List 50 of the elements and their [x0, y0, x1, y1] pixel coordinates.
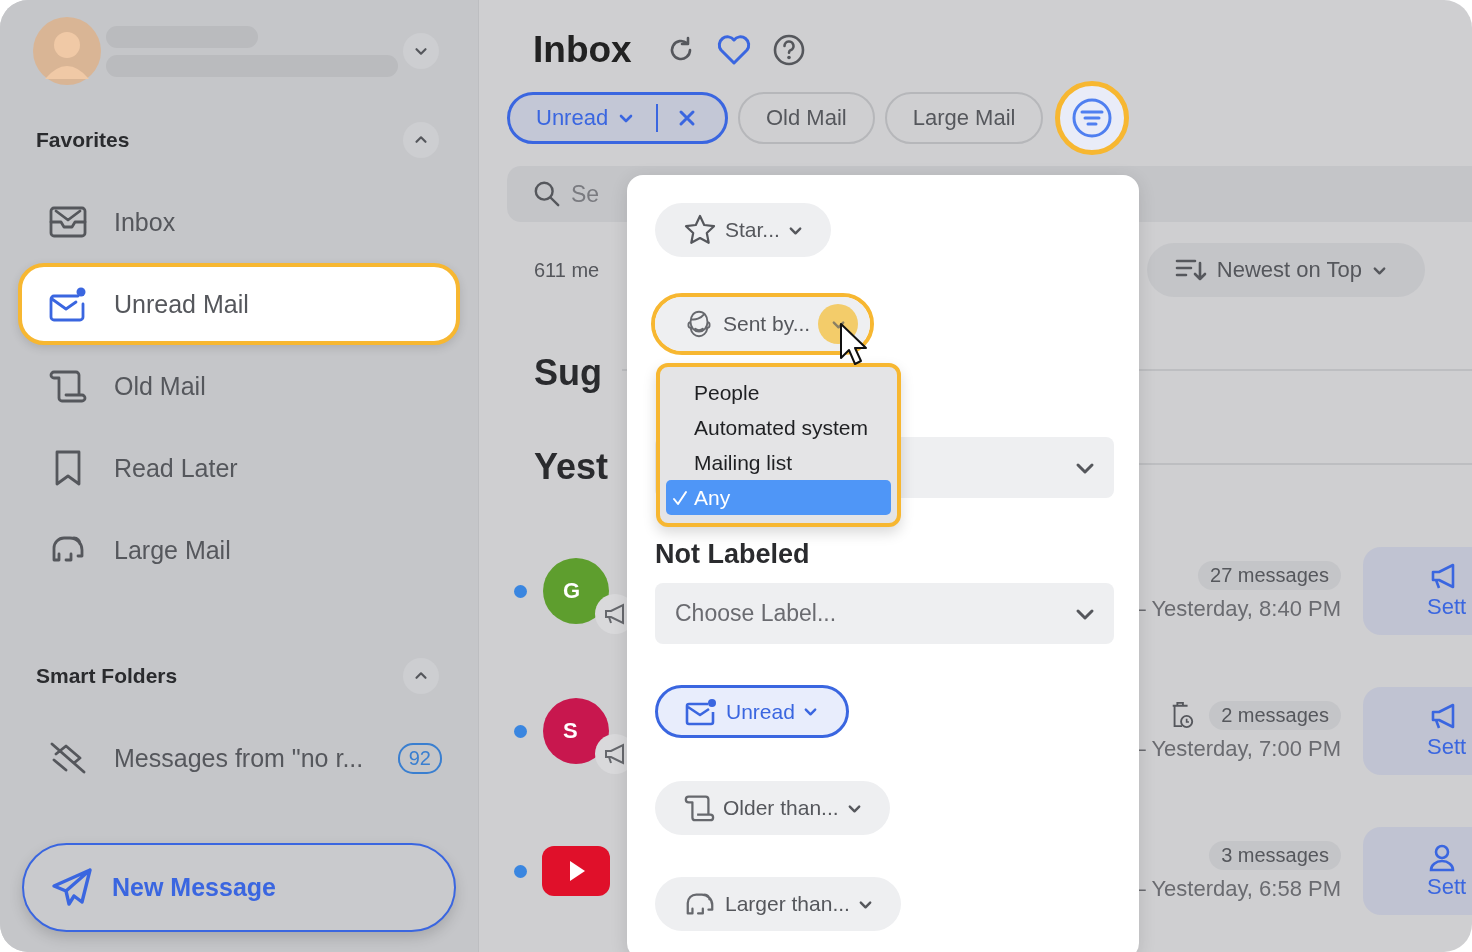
section-title: Favorites — [36, 128, 130, 152]
sort-button[interactable]: Newest on Top — [1146, 243, 1425, 297]
filter-heading: Not Labeled — [655, 539, 810, 570]
menu-option[interactable]: Any — [666, 480, 891, 515]
search-icon — [533, 180, 561, 208]
account-menu-button[interactable] — [403, 33, 439, 69]
heart-icon[interactable] — [715, 34, 752, 66]
clear-icon[interactable] — [678, 109, 697, 127]
star-icon — [683, 213, 717, 247]
filter-chip[interactable]: Large Mail — [884, 92, 1044, 144]
filter-chip[interactable]: Old Mail — [738, 92, 875, 144]
help-icon[interactable] — [771, 33, 806, 67]
message-count-badge: 27 messages — [1198, 560, 1341, 590]
menu-option[interactable]: Automated system — [666, 410, 891, 445]
menu-option[interactable]: People — [666, 375, 891, 410]
section-heading: Sug — [534, 352, 602, 394]
section-title: Smart Folders — [36, 664, 178, 688]
larger-than-filter-button[interactable]: Larger than... — [655, 877, 901, 931]
message-count-badge: 2 messages — [1209, 700, 1341, 730]
sender-avatar: G — [543, 558, 609, 624]
collapse-button[interactable] — [403, 122, 439, 158]
sidebar-item[interactable]: Unread Mail — [18, 263, 460, 345]
collapse-button[interactable] — [403, 658, 439, 694]
new-message-button[interactable]: New Message — [22, 843, 456, 932]
message-count: 611 me — [534, 258, 600, 282]
settings-action-button[interactable]: Sett — [1363, 827, 1472, 915]
sidebar-item[interactable]: Inbox — [18, 181, 460, 263]
checkmark-icon — [672, 490, 688, 506]
envelope-icon — [684, 696, 718, 727]
settings-action-button[interactable]: Sett — [1363, 547, 1472, 635]
person-icon — [1427, 842, 1457, 872]
mouse-cursor-icon — [839, 322, 867, 366]
message-count-badge: 3 messages — [1209, 840, 1341, 870]
filter-chip[interactable]: Unread — [507, 92, 728, 144]
sidebar-item[interactable]: Read Later — [18, 427, 460, 509]
menu-option[interactable]: Mailing list — [666, 445, 891, 480]
sender-avatar: S — [543, 698, 609, 764]
label-select[interactable]: Choose Label... — [655, 583, 1114, 644]
section-heading: Yest — [534, 446, 609, 488]
page-title: Inbox — [533, 29, 632, 71]
unread-filter-button[interactable]: Unread — [655, 685, 849, 738]
sidebar-item[interactable]: Old Mail — [18, 345, 460, 427]
sort-icon — [1174, 257, 1207, 283]
settings-action-button[interactable]: Sett — [1363, 687, 1472, 775]
sidebar-item[interactable]: Large Mail — [18, 509, 460, 591]
sidebar-item[interactable]: Messages from "no r... 92 — [18, 717, 460, 799]
count-badge: 92 — [397, 742, 442, 774]
sent-by-filter-button[interactable]: Sent by... — [655, 297, 871, 351]
older-than-filter-button[interactable]: Older than... — [655, 781, 890, 835]
star-filter-button[interactable]: Star... — [655, 203, 831, 257]
